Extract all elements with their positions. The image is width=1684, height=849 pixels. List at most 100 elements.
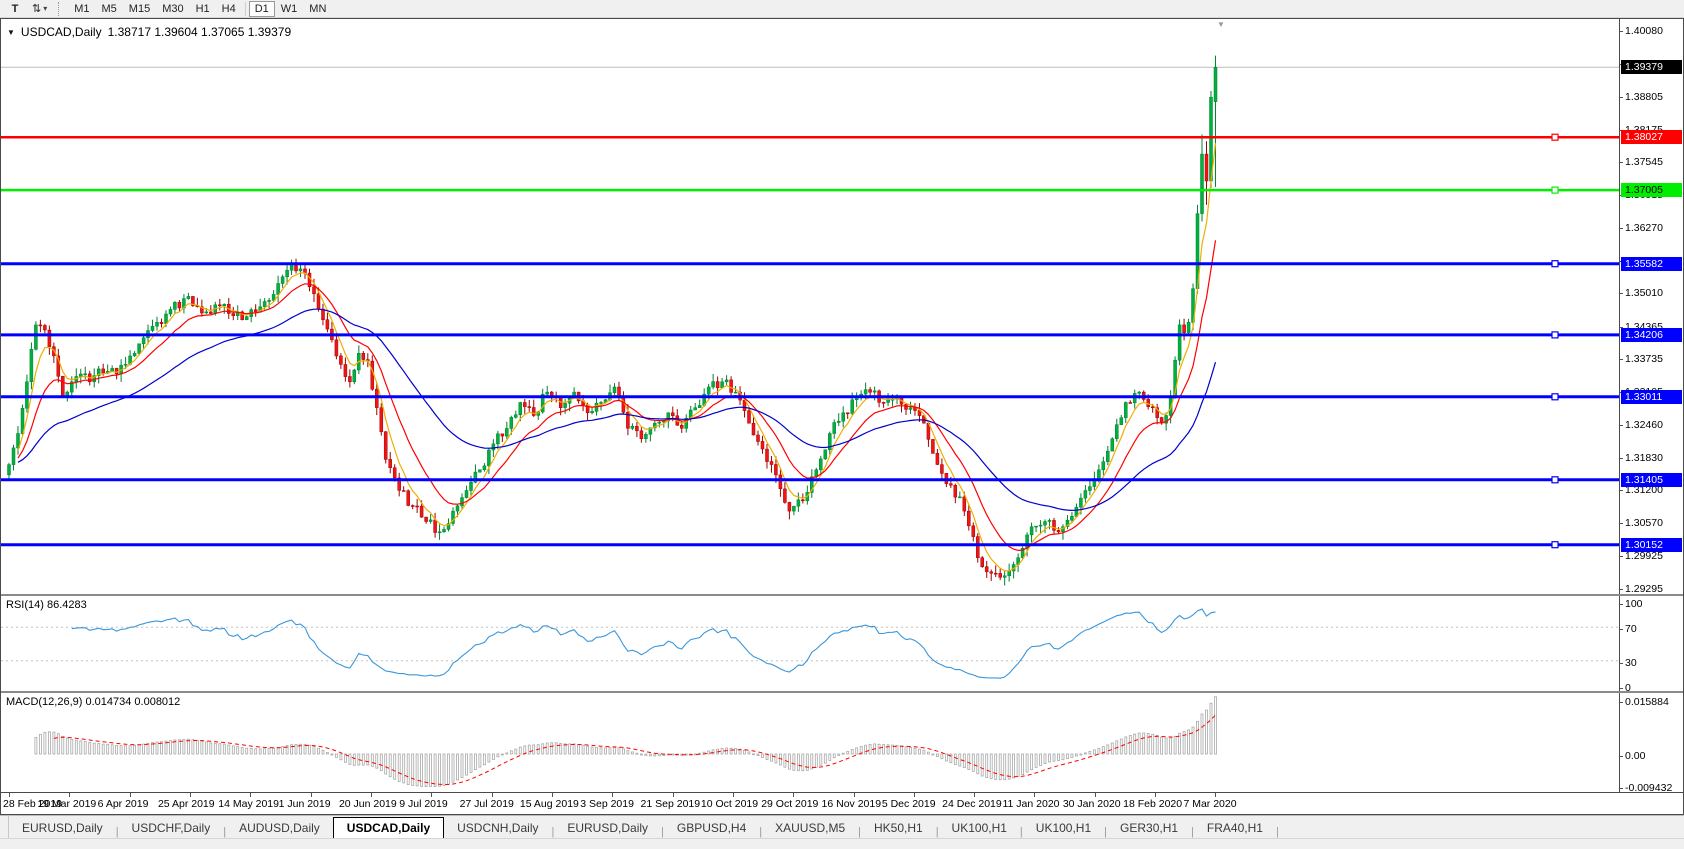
macd-label: MACD(12,26,9) 0.014734 0.008012 <box>6 696 180 708</box>
price-badge-1.34206: 1.34206 <box>1621 328 1682 342</box>
current-price-badge: 1.39379 <box>1621 60 1682 74</box>
macd-panel: MACD(12,26,9) 0.014734 0.008012 0.015884… <box>1 691 1683 792</box>
chart-tab-USDCNH-Daily[interactable]: USDCNH,Daily <box>444 819 551 838</box>
date-tick-mark <box>974 793 975 797</box>
chart-tabs-bar: EURUSD,Daily|USDCHF,Daily|AUDUSD,DailyUS… <box>0 815 1684 838</box>
macd-histogram <box>35 697 1217 787</box>
candles-layer <box>8 56 1218 586</box>
price-tick-mark <box>1620 31 1623 32</box>
chart-tab-AUDUSD-Daily[interactable]: AUDUSD,Daily <box>226 819 333 838</box>
date-axis[interactable]: 28 Feb 201919 Mar 20196 Apr 201925 Apr 2… <box>1 792 1683 814</box>
date-tick-label: 15 Aug 2019 <box>520 798 579 810</box>
date-tick-mark <box>69 793 70 797</box>
timeframe-button-M1[interactable]: M1 <box>68 1 95 17</box>
price-tick-label: 1.40080 <box>1625 25 1663 37</box>
rsi-tick-label: 100 <box>1625 598 1643 610</box>
rsi-line <box>72 609 1216 678</box>
hline-handle-1.35582[interactable] <box>1552 261 1558 267</box>
date-tick-label: 3 Sep 2019 <box>580 798 634 810</box>
timeframe-button-H4[interactable]: H4 <box>216 1 242 17</box>
date-tick-mark <box>914 793 915 797</box>
date-tick-mark <box>733 793 734 797</box>
price-axis[interactable]: 1.400801.394501.388051.381751.375451.369… <box>1619 19 1683 594</box>
chart-tab-GBPUSD-H4[interactable]: GBPUSD,H4 <box>664 819 759 838</box>
date-tick-mark <box>673 793 674 797</box>
chart-tab-USDCHF-Daily[interactable]: USDCHF,Daily <box>119 819 224 838</box>
date-tick-label: 27 Jul 2019 <box>460 798 514 810</box>
rsi-tick-mark <box>1620 604 1623 605</box>
timeframe-button-M30[interactable]: M30 <box>156 1 189 17</box>
arrange-icon: ⇅ <box>32 2 41 15</box>
chart-ohlc-values: 1.38717 1.39604 1.37065 1.39379 <box>108 25 292 39</box>
hline-handle-1.34206[interactable] <box>1552 332 1558 338</box>
date-tick-mark <box>1095 793 1096 797</box>
rsi-tick-label: 70 <box>1625 623 1637 635</box>
price-badge-1.33011: 1.33011 <box>1621 390 1682 404</box>
date-tick-mark <box>612 793 613 797</box>
rsi-chart-canvas[interactable] <box>1 596 1619 691</box>
date-tick-label: 25 Apr 2019 <box>158 798 215 810</box>
price-tick-label: 1.33735 <box>1625 353 1663 365</box>
date-tick-mark <box>431 793 432 797</box>
date-tick-mark <box>1155 793 1156 797</box>
tab-separator: | <box>1276 823 1279 838</box>
chart-tab-UK100-H1[interactable]: UK100,H1 <box>1023 819 1104 838</box>
chart-shift-marker-icon[interactable]: ▼ <box>1217 20 1225 29</box>
price-tick-mark <box>1620 359 1623 360</box>
chart-tab-USDCAD-Daily[interactable]: USDCAD,Daily <box>333 817 444 838</box>
timeframe-button-MN[interactable]: MN <box>303 1 332 17</box>
chart-tab-GER30-H1[interactable]: GER30,H1 <box>1107 819 1191 838</box>
macd-axis[interactable]: 0.0158840.00-0.009432 <box>1619 693 1683 792</box>
price-badge-1.30152: 1.30152 <box>1621 538 1682 552</box>
hline-handle-1.31405[interactable] <box>1552 477 1558 483</box>
hline-handle-1.38027[interactable] <box>1552 134 1558 140</box>
timeframe-button-H1[interactable]: H1 <box>190 1 216 17</box>
hline-handle-1.30152[interactable] <box>1552 542 1558 548</box>
price-chart-canvas[interactable] <box>1 19 1619 594</box>
hline-handle-1.37005[interactable] <box>1552 187 1558 193</box>
timeframe-button-W1[interactable]: W1 <box>275 1 304 17</box>
price-tick-label: 1.32460 <box>1625 419 1663 431</box>
text-tool-button[interactable]: T <box>4 1 26 17</box>
date-tick-mark <box>9 793 10 797</box>
timeframe-button-D1[interactable]: D1 <box>249 1 275 17</box>
date-tick-label: 6 Apr 2019 <box>98 798 149 810</box>
price-panel: ▼ USDCAD,Daily 1.38717 1.39604 1.37065 1… <box>1 19 1683 594</box>
ma-fast-line <box>18 143 1216 571</box>
arrange-windows-button[interactable]: ⇅ ▾ <box>26 1 53 17</box>
macd-tick-mark <box>1620 756 1623 757</box>
rsi-axis[interactable]: 100 70 30 0 <box>1619 596 1683 691</box>
date-tick-mark <box>130 793 131 797</box>
tab-scroll-edge[interactable] <box>0 815 9 838</box>
price-tick-label: 1.35010 <box>1625 287 1663 299</box>
chart-tab-FRA40-H1[interactable]: FRA40,H1 <box>1194 819 1276 838</box>
timeframe-button-M15[interactable]: M15 <box>123 1 156 17</box>
chart-tab-EURUSD-Daily[interactable]: EURUSD,Daily <box>554 819 661 838</box>
chart-tabs: EURUSD,Daily|USDCHF,Daily|AUDUSD,DailyUS… <box>9 817 1279 838</box>
price-tick-mark <box>1620 458 1623 459</box>
price-tick-label: 1.31830 <box>1625 452 1663 464</box>
price-tick-mark <box>1620 556 1623 557</box>
date-tick-label: 18 Feb 2020 <box>1123 798 1182 810</box>
date-tick-label: 9 Jul 2019 <box>399 798 447 810</box>
rsi-tick-mark <box>1620 629 1623 630</box>
toolbar-separator <box>245 2 246 16</box>
chart-tab-HK50-H1[interactable]: HK50,H1 <box>861 819 936 838</box>
price-tick-label: 1.36270 <box>1625 222 1663 234</box>
chart-tab-UK100-H1[interactable]: UK100,H1 <box>939 819 1020 838</box>
rsi-tick-mark <box>1620 663 1623 664</box>
chart-tab-XAUUSD-M5[interactable]: XAUUSD,M5 <box>762 819 858 838</box>
price-tick-mark <box>1620 162 1623 163</box>
rsi-tick-label: 30 <box>1625 657 1637 669</box>
price-tick-label: 1.30570 <box>1625 517 1663 529</box>
chart-tab-EURUSD-Daily[interactable]: EURUSD,Daily <box>9 819 116 838</box>
timeframe-button-M5[interactable]: M5 <box>96 1 123 17</box>
hline-handle-1.33011[interactable] <box>1552 394 1558 400</box>
price-tick-label: 1.38805 <box>1625 91 1663 103</box>
rsi-tick-label: 0 <box>1625 682 1631 691</box>
title-dropdown-icon[interactable]: ▼ <box>7 28 15 37</box>
price-badge-1.37005: 1.37005 <box>1621 183 1682 197</box>
date-tick-label: 20 Jun 2019 <box>339 798 397 810</box>
macd-chart-canvas[interactable] <box>1 693 1619 792</box>
price-tick-mark <box>1620 589 1623 590</box>
